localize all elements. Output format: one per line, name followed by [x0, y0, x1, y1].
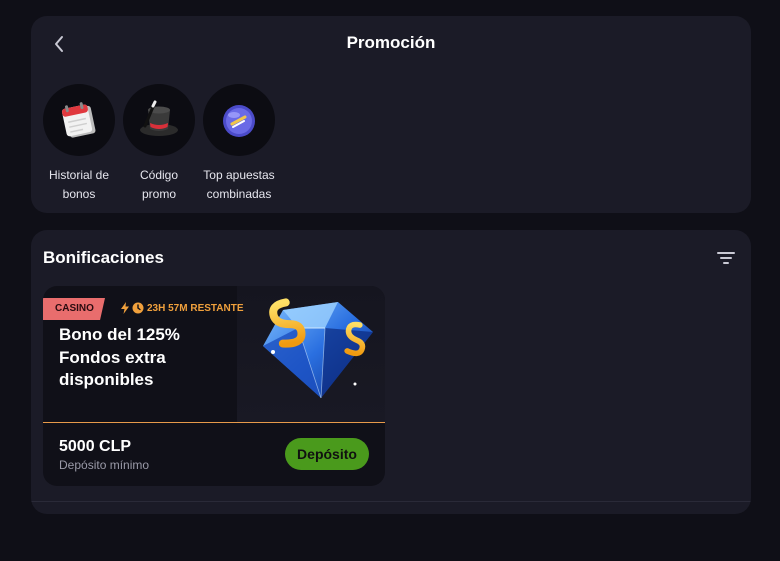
shortcut-icon-circle — [203, 84, 275, 156]
shortcut-label-line: combinadas — [206, 187, 272, 201]
shortcut-icon-circle — [123, 84, 195, 156]
shortcut-label: Top apuestas combinadas — [194, 166, 284, 204]
shortcut-label-line: bonos — [62, 187, 96, 201]
shortcut-label-line: Top apuestas — [203, 168, 275, 182]
bonus-title-line: Fondos extra — [59, 347, 166, 367]
shortcut-label-line: promo — [141, 187, 176, 201]
minimum-deposit-label: Depósito mínimo — [59, 458, 150, 472]
minimum-deposit-amount: 5000 CLP — [59, 438, 132, 455]
filter-button[interactable] — [715, 248, 737, 268]
bonus-title-line: disponibles — [59, 370, 154, 389]
magic-hat-icon — [140, 100, 178, 136]
promotion-panel: Promoción Historial de bonos Código prom… — [31, 16, 751, 213]
page-title: Promoción — [346, 33, 436, 52]
filter-icon — [717, 252, 735, 264]
bonus-card[interactable]: CASINO 23H 57M RESTANTE Bono del 125% Fo… — [43, 286, 385, 486]
section-title: Bonificaciones — [43, 248, 164, 267]
shortcut-label: Historial de bonos — [34, 166, 124, 204]
trophy-ball-icon — [223, 105, 255, 137]
shortcut-label-line: Código — [139, 168, 179, 182]
bonus-title: Bono del 125% Fondos extra disponibles — [59, 324, 229, 392]
shortcut-icon-circle — [43, 84, 115, 156]
clock-icon — [132, 302, 144, 314]
timer-text: 23H 57M RESTANTE — [147, 302, 244, 314]
shortcut-label: Código promo — [114, 166, 204, 204]
bonuses-panel: Bonificaciones CASINO 23H 57M RESTANTE B… — [31, 230, 751, 514]
shortcut-label-line: Historial de — [48, 168, 110, 182]
countdown-timer: 23H 57M RESTANTE — [121, 302, 244, 314]
deposit-button[interactable]: Depósito — [285, 438, 369, 470]
calendar-icon — [61, 102, 96, 138]
shortcut-bonus-history[interactable]: Historial de bonos — [34, 84, 124, 204]
lightning-icon — [121, 302, 129, 314]
category-badge: CASINO — [43, 298, 105, 320]
divider — [31, 501, 751, 502]
card-divider — [43, 422, 385, 423]
diamond-coins-icon — [263, 296, 373, 399]
shortcut-top-combined-bets[interactable]: Top apuestas combinadas — [194, 84, 284, 204]
shortcut-promo-code[interactable]: Código promo — [114, 84, 204, 204]
bonus-title-line: Bono del 125% — [59, 325, 180, 344]
